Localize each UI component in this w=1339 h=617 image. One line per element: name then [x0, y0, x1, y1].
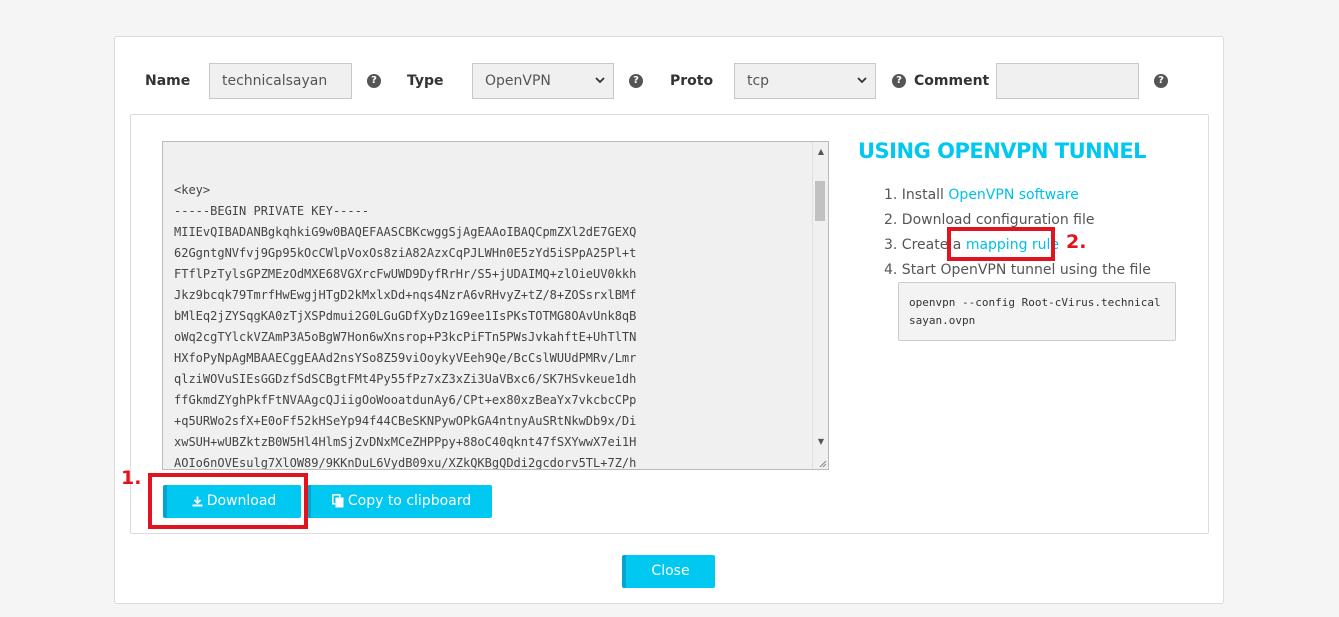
scroll-down-icon[interactable]: ▼	[818, 437, 824, 446]
chevron-down-icon	[595, 77, 605, 84]
proto-select[interactable]: tcp	[734, 63, 876, 99]
marker-2: 2.	[1066, 231, 1087, 253]
close-button[interactable]: Close	[622, 555, 715, 588]
comment-help-icon[interactable]: ?	[1154, 74, 1168, 88]
resize-handle-icon[interactable]	[817, 458, 827, 468]
copy-icon	[331, 494, 344, 508]
step2-text: 2. Download configuration file	[884, 212, 1095, 228]
download-highlight-box	[148, 473, 308, 529]
copy-to-clipboard-button[interactable]: Copy to clipboard	[307, 485, 492, 518]
scroll-up-icon[interactable]: ▲	[818, 147, 824, 156]
name-label: Name	[145, 73, 191, 89]
name-help-icon[interactable]: ?	[367, 74, 381, 88]
openvpn-command: openvpn --config Root-cVirus.technicalsa…	[898, 282, 1176, 341]
type-select[interactable]: OpenVPN	[472, 63, 614, 99]
scrollbar-thumb[interactable]	[815, 181, 825, 221]
step-start-tunnel: 4. Start OpenVPN tunnel using the file	[884, 258, 1151, 283]
type-select-value: OpenVPN	[485, 73, 551, 89]
copy-label: Copy to clipboard	[347, 493, 472, 509]
tunnel-settings-row: Name technicalsayan ? Type OpenVPN ? Pro…	[115, 37, 1223, 117]
comment-label: Comment	[914, 73, 990, 89]
step1-text: 1. Install	[884, 187, 949, 203]
guide-title: USING OPENVPN TUNNEL	[858, 139, 1147, 163]
step4-text: 4. Start OpenVPN tunnel using the file	[884, 262, 1151, 278]
proto-select-value: tcp	[747, 73, 770, 89]
mapping-rule-highlight-box	[947, 227, 1055, 261]
chevron-down-icon	[857, 77, 867, 84]
proto-help-icon[interactable]: ?	[892, 74, 906, 88]
type-label: Type	[407, 73, 444, 89]
proto-label: Proto	[670, 73, 714, 89]
comment-field[interactable]	[996, 63, 1139, 99]
config-textarea[interactable]: <key> -----BEGIN PRIVATE KEY----- MIIEvQ…	[162, 141, 829, 470]
name-field[interactable]: technicalsayan	[209, 63, 352, 99]
openvpn-software-link[interactable]: OpenVPN software	[948, 187, 1078, 203]
step-install: 1. Install OpenVPN software	[884, 183, 1151, 208]
config-panel: <key> -----BEGIN PRIVATE KEY----- MIIEvQ…	[130, 114, 1209, 534]
config-scrollbar[interactable]: ▲ ▼	[812, 142, 828, 469]
config-text: <key> -----BEGIN PRIVATE KEY----- MIIEvQ…	[174, 183, 637, 470]
marker-1: 1.	[121, 467, 142, 489]
type-help-icon[interactable]: ?	[629, 74, 643, 88]
